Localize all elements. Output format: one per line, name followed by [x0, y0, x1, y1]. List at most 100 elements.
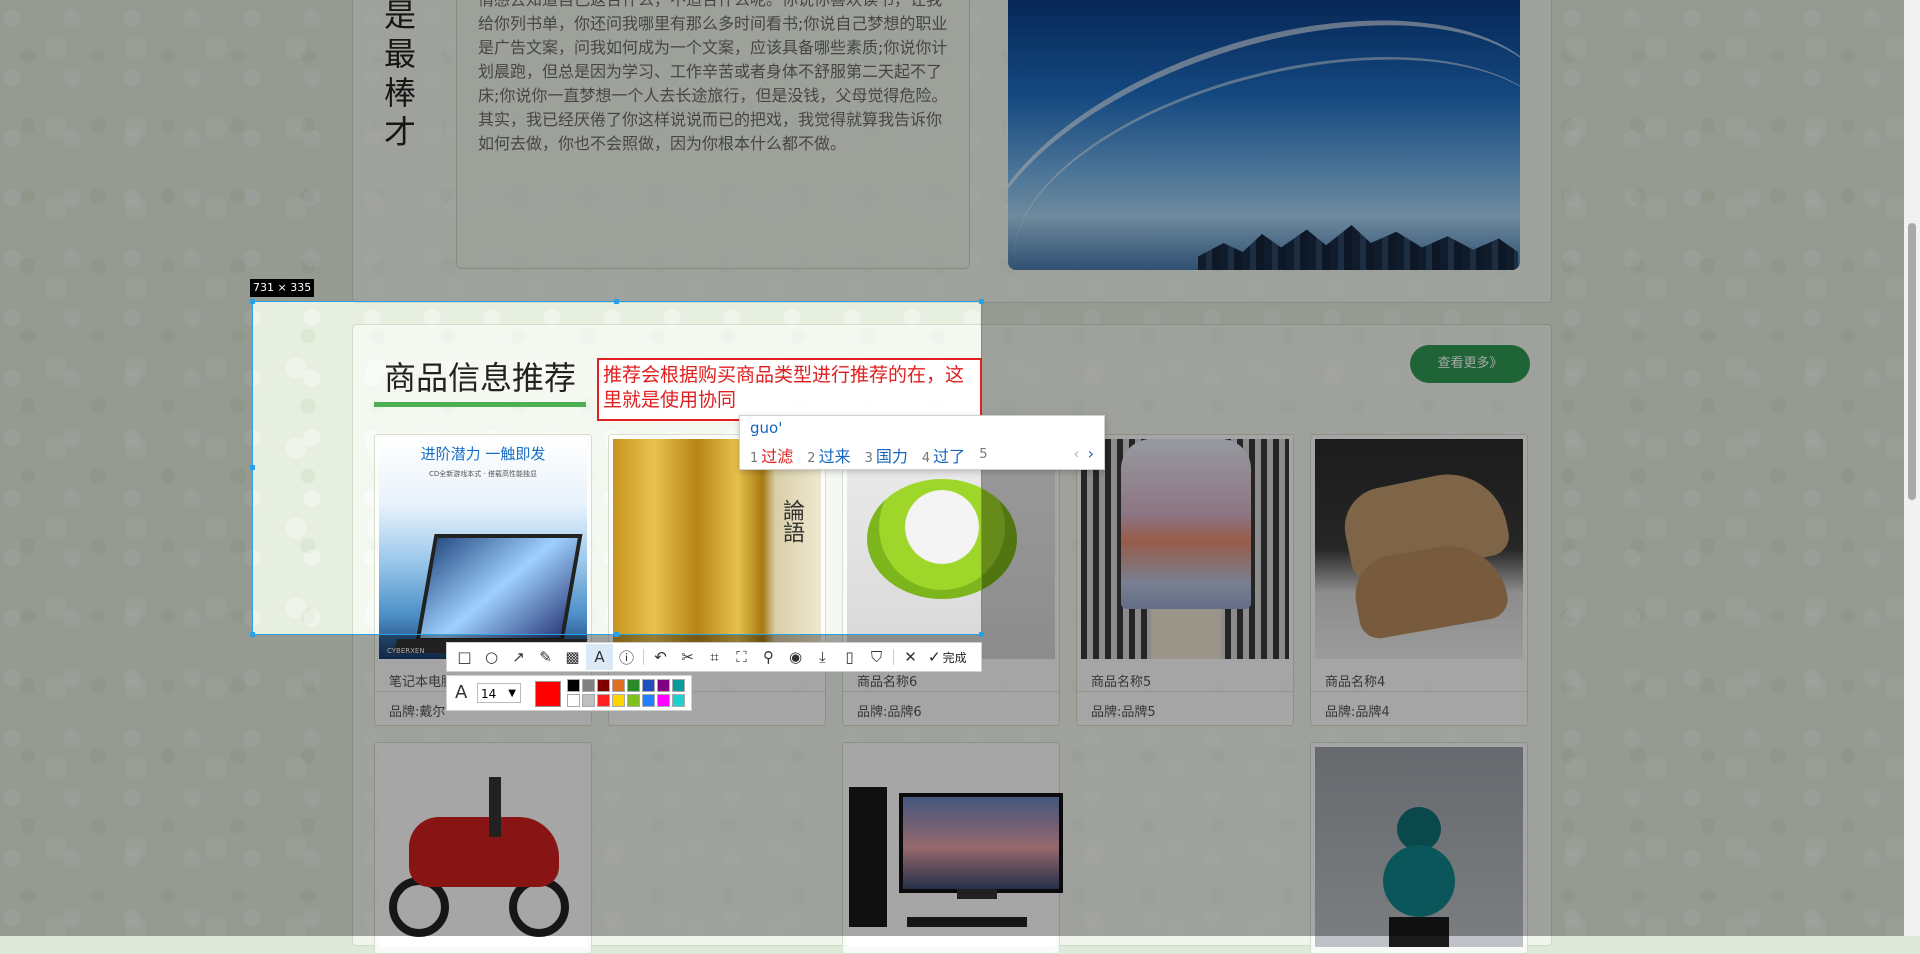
ime-candidate[interactable]: 4 过了	[922, 443, 965, 467]
product-card[interactable]	[1310, 742, 1528, 954]
record-icon[interactable]: ◉	[782, 644, 809, 670]
article-line: 情感去知道自己返合什么，不适合什么呢。你说你喜欢读书，让我	[457, 0, 969, 12]
page-scrollbar[interactable]	[1904, 0, 1920, 936]
bookmark-icon[interactable]: ⛉	[863, 644, 890, 670]
save-icon[interactable]: ▯	[836, 644, 863, 670]
palette-swatch[interactable]	[597, 694, 610, 707]
gourd-ornament-image	[1315, 747, 1523, 947]
ime-candidate[interactable]: 3 国力	[865, 443, 908, 467]
ime-candidate[interactable]: 2 过来	[807, 443, 850, 467]
done-button[interactable]: ✓ 完成	[928, 648, 967, 666]
color-palette	[567, 679, 685, 707]
product-card[interactable]	[842, 742, 1063, 954]
resize-handle[interactable]	[614, 632, 619, 637]
product-card[interactable]: 商品名称5 品牌:品牌5	[1076, 434, 1294, 726]
resize-handle[interactable]	[614, 299, 619, 304]
current-color-swatch[interactable]	[535, 681, 561, 707]
product-name: 商品名称4	[1325, 675, 1386, 690]
palette-swatch[interactable]	[657, 679, 670, 692]
chevron-down-icon: ▼	[508, 688, 516, 699]
palette-swatch[interactable]	[672, 679, 685, 692]
ellipse-icon[interactable]: ○	[478, 644, 505, 670]
font-size-select[interactable]: 14 ▼	[477, 683, 521, 703]
pin-icon[interactable]: ⚲	[755, 644, 782, 670]
vertical-char: 才	[383, 113, 416, 151]
palette-swatch[interactable]	[642, 694, 655, 707]
font-size-value: 14	[481, 687, 497, 701]
palette-swatch[interactable]	[612, 694, 625, 707]
rect-icon[interactable]: □	[451, 644, 478, 670]
resize-handle[interactable]	[979, 299, 984, 304]
resize-handle[interactable]	[250, 299, 255, 304]
serial-icon[interactable]: ⓘ	[613, 644, 640, 670]
vertical-heading: 是 最 棒 才	[380, 0, 420, 152]
palette-swatch[interactable]	[627, 694, 640, 707]
article-line: 其实，我已经厌倦了你这样说说而已的把戏，我觉得就算我告诉你	[478, 110, 943, 129]
product-name: 商品名称6	[857, 675, 918, 690]
tshirt-image	[1081, 439, 1289, 659]
ime-candidate[interactable]: 5	[979, 443, 990, 467]
palette-swatch[interactable]	[627, 679, 640, 692]
palette-swatch[interactable]	[672, 694, 685, 707]
scrollbar-thumb[interactable]	[1908, 223, 1916, 500]
palette-swatch[interactable]	[582, 694, 595, 707]
arrow-icon[interactable]: ↗	[505, 644, 532, 670]
done-label: 完成	[942, 650, 967, 665]
article-box: 情感去知道自己返合什么，不适合什么呢。你说你喜欢读书，让我 给你列书单，你还问我…	[456, 0, 970, 269]
shoes-image	[1315, 439, 1523, 659]
resize-handle[interactable]	[250, 465, 255, 470]
ime-composition: guo'	[750, 419, 783, 437]
vertical-char: 最	[383, 35, 416, 73]
article-line: 是广告文案，问我如何成为一个文案，应该具备哪些素质;你说你计	[478, 38, 948, 57]
article-line: 如何去做，你也不会照做，因为你根本什么都不做。	[478, 134, 847, 153]
article-line: 给你列书单，你还问我哪里有那么多时间看书;你说自己梦想的职业	[478, 14, 948, 33]
vertical-char: 是	[383, 0, 416, 34]
city-skyline-image	[1008, 0, 1520, 270]
resize-handle[interactable]	[979, 632, 984, 637]
annotation-text-box[interactable]: 推荐会根据购买商品类型进行推荐的在，这里就是使用协同	[597, 358, 982, 421]
product-name: 商品名称5	[1091, 675, 1152, 690]
undo-icon[interactable]: ↶	[647, 644, 674, 670]
capture-toolbar: □ ○ ↗ ✎ ▩ A ⓘ ↶ ✂ ⌗ ⛶ ⚲ ◉ ⤓ ▯ ⛉ ✕ ✓ 完成	[446, 642, 982, 672]
product-name: 笔记本电脑	[389, 675, 455, 690]
download-icon[interactable]: ⤓	[809, 644, 836, 670]
palette-swatch[interactable]	[582, 679, 595, 692]
article-line: 划晨跑，但总是因为学习、工作辛苦或者身体不舒服第二天起不了	[478, 62, 943, 81]
text-style-bar: A 14 ▼	[446, 675, 692, 711]
palette-swatch[interactable]	[567, 679, 580, 692]
ime-candidate[interactable]: 1 过滤	[750, 443, 793, 467]
product-brand: 品牌:品牌4	[1325, 705, 1390, 720]
palette-swatch[interactable]	[597, 679, 610, 692]
product-card[interactable]	[374, 742, 592, 954]
scroll-capture-icon[interactable]: ⛶	[728, 644, 755, 670]
product-brand: 品牌:品牌6	[857, 705, 922, 720]
selection-size-label: 731 × 335	[250, 279, 315, 297]
ime-prev-page-icon[interactable]: ‹	[1073, 444, 1079, 463]
ime-next-page-icon[interactable]: ›	[1088, 444, 1094, 463]
check-icon: ✓	[928, 648, 941, 666]
product-card[interactable]: 商品名称4 品牌:品牌4	[1310, 434, 1528, 726]
mosaic-icon[interactable]: ▩	[559, 644, 586, 670]
article-line: 床;你说你一直梦想一个人去长途旅行，但是没钱，父母觉得危险。	[478, 86, 948, 105]
product-brand: 品牌:品牌5	[1091, 705, 1156, 720]
ocr-icon[interactable]: ⌗	[701, 644, 728, 670]
capture-dim-left	[0, 301, 252, 635]
pen-icon[interactable]: ✎	[532, 644, 559, 670]
cut-icon[interactable]: ✂	[674, 644, 701, 670]
palette-swatch[interactable]	[642, 679, 655, 692]
palette-swatch[interactable]	[612, 679, 625, 692]
view-more-button[interactable]: 查看更多》	[1410, 345, 1530, 383]
resize-handle[interactable]	[250, 632, 255, 637]
font-size-icon: A	[455, 682, 468, 703]
product-brand: 品牌:戴尔	[389, 705, 446, 720]
scooter-image	[379, 747, 587, 947]
vertical-char: 棒	[383, 74, 416, 112]
palette-swatch[interactable]	[657, 694, 670, 707]
text-icon[interactable]: A	[586, 644, 613, 670]
close-icon[interactable]: ✕	[897, 644, 924, 670]
laptop-tag: CYBERXEN	[387, 647, 425, 655]
desktop-pc-image	[847, 747, 1063, 947]
ime-candidate-window: guo' 1 过滤 2 过来 3 国力 4 过了 5 ‹ ›	[739, 415, 1105, 470]
palette-swatch[interactable]	[567, 694, 580, 707]
page-background: 是 最 棒 才 情感去知道自己返合什么，不适合什么呢。你说你喜欢读书，让我 给你…	[0, 0, 1920, 954]
